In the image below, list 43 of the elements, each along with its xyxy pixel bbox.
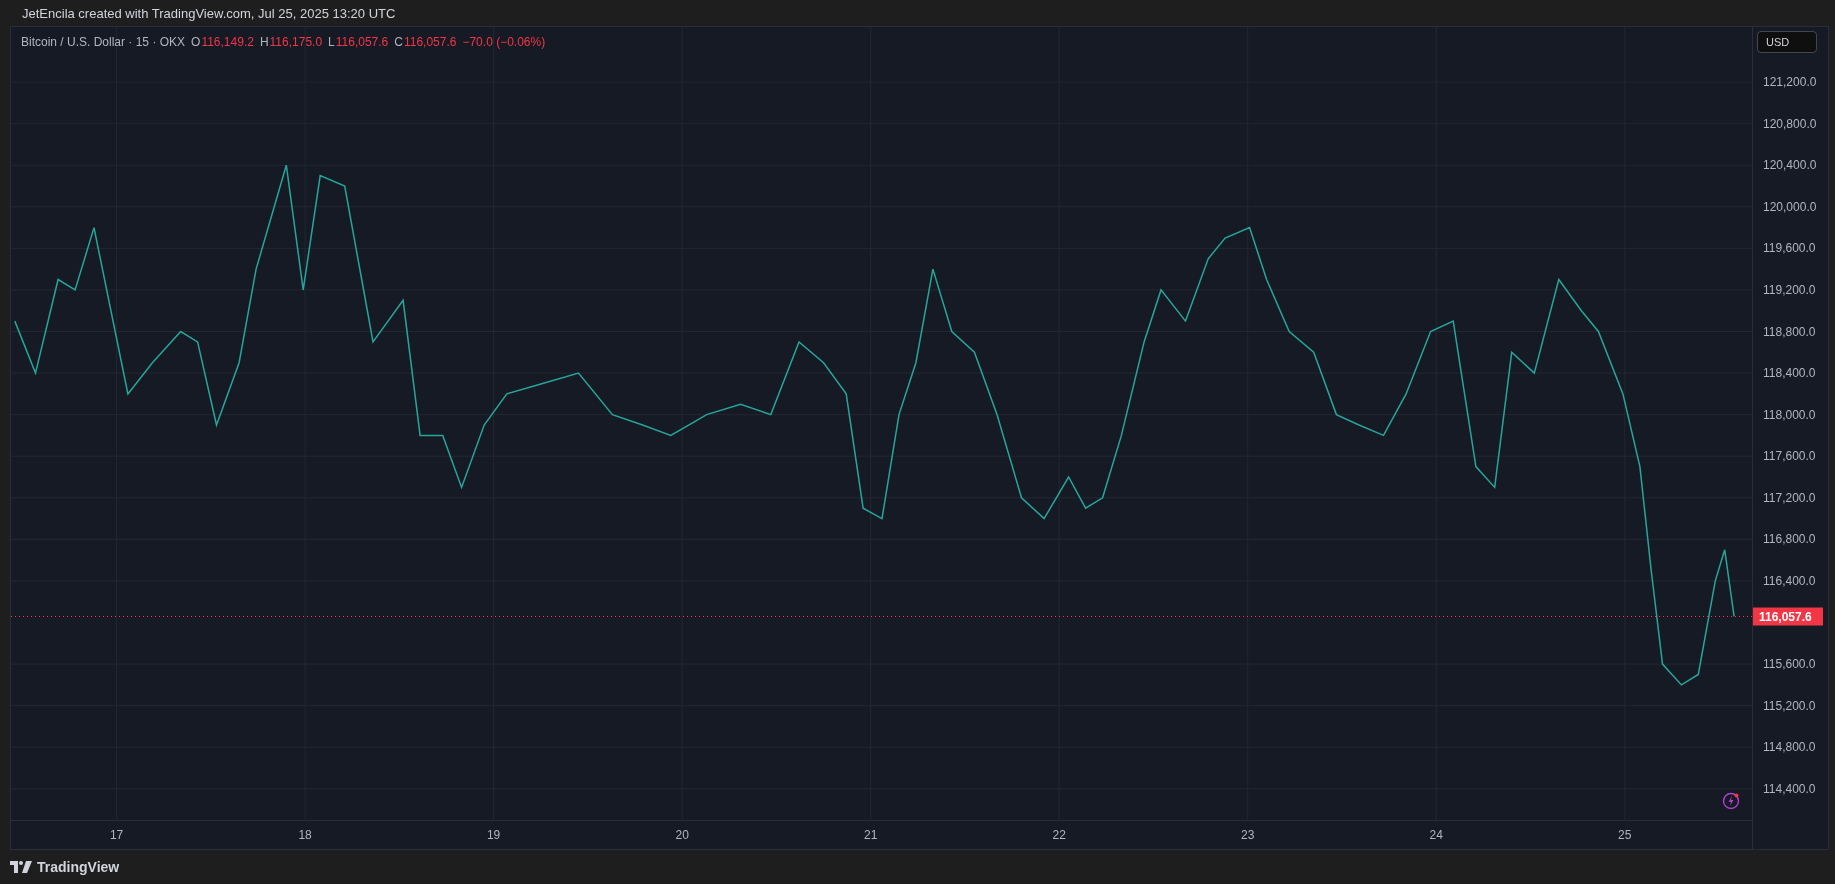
x-tick-label: 17 [109, 828, 124, 842]
y-tick-label: 118,000.0 [1763, 407, 1816, 422]
logo-icon [10, 861, 32, 873]
chart-caption: JetEncila created with TradingView.com, Jul 25, 2025 13:20 UTC [22, 5, 396, 21]
y-tick-label: 114,400.0 [1763, 781, 1816, 796]
x-tick-label: 22 [1052, 828, 1066, 842]
x-tick-label: 20 [675, 828, 689, 842]
y-tick-label: 116,800.0 [1763, 532, 1816, 547]
y-tick-label: 114,800.0 [1763, 740, 1816, 755]
y-tick-label: 120,000.0 [1763, 199, 1817, 214]
x-tick-label: 19 [486, 828, 501, 842]
y-tick-label: 118,400.0 [1763, 366, 1816, 381]
symbol-title: Bitcoin / U.S. Dollar · 15 · OKX [21, 35, 186, 49]
ohlc-value: 116,057.6 [403, 35, 457, 49]
price-change: −70.0 (−0.06%) [462, 35, 546, 49]
y-tick-label: 119,600.0 [1763, 241, 1816, 256]
lightning-icon[interactable] [1722, 792, 1740, 810]
y-tick-label: 115,200.0 [1763, 698, 1816, 713]
ref-line-label: 116,057.6 [1759, 609, 1813, 624]
y-tick-label: 121,200.0 [1763, 75, 1817, 90]
ohlc-label: L [328, 35, 335, 49]
x-tick-label: 24 [1429, 828, 1443, 842]
ohlc-value: 116,057.6 [335, 35, 389, 49]
x-tick-label: 23 [1241, 828, 1255, 842]
y-tick-label: 115,600.0 [1763, 657, 1816, 672]
y-tick-label: 116,400.0 [1763, 573, 1816, 588]
ohlc-label: C [394, 35, 403, 49]
ohlc-value: 116,175.0 [269, 35, 323, 49]
y-tick-label: 118,800.0 [1763, 324, 1816, 339]
y-tick-label: 119,200.0 [1763, 282, 1816, 297]
x-tick-label: 18 [298, 828, 312, 842]
currency-button[interactable]: USD [1757, 31, 1817, 53]
last-price-label: 116,057.6 [1753, 607, 1823, 626]
y-tick-label: 120,400.0 [1763, 158, 1817, 173]
y-tick-label: 117,600.0 [1763, 449, 1816, 464]
ohlc-label: H [259, 35, 269, 49]
y-tick-label: 117,200.0 [1763, 490, 1816, 505]
x-tick-label: 21 [864, 828, 878, 842]
ohlc-value: 116,149.2 [201, 35, 254, 49]
ohlc-label: O [191, 35, 201, 49]
logo-text: TradingView [37, 859, 120, 875]
x-tick-label: 25 [1618, 828, 1632, 842]
y-tick-label: 120,800.0 [1763, 116, 1817, 131]
